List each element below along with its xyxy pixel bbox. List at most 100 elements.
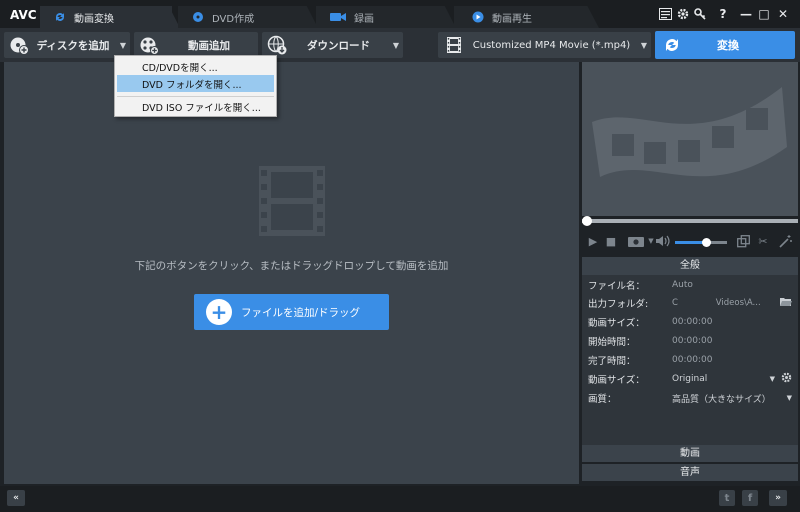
volume-icon[interactable] (656, 234, 670, 248)
tab-label: 動画変換 (74, 13, 114, 25)
expand-button[interactable]: » (769, 490, 787, 506)
setting-value: 00:00:00 (672, 336, 713, 346)
setting-value: 高品質（大きなサイズ） (672, 394, 771, 405)
snapshot-icon[interactable] (626, 234, 646, 248)
film-placeholder-icon (259, 166, 325, 239)
chevron-down-icon[interactable]: ▼ (770, 375, 775, 383)
setting-value: Original (672, 374, 708, 384)
facebook-icon[interactable]: f (742, 490, 758, 506)
copy-icon[interactable] (736, 234, 750, 248)
setting-value: Auto (672, 280, 693, 290)
film-add-icon (138, 34, 160, 56)
setting-controls: ▼ (770, 372, 792, 386)
chevron-down-icon[interactable]: ▼ (116, 41, 130, 50)
convert-label: 変換 (717, 39, 739, 52)
film-reel-decoration-icon (592, 87, 787, 177)
globe-download-icon (266, 34, 288, 56)
add-file-label: ファイルを追加/ドラッグ (240, 306, 361, 319)
general-section-header[interactable]: 全般 (582, 257, 798, 275)
refresh-icon (54, 11, 66, 23)
setting-key: 動画サイズ： (588, 318, 645, 329)
setting-key: ファイル名： (588, 281, 646, 292)
setting-key: 動画サイズ： (588, 375, 645, 386)
bottom-bar: « t f » (0, 486, 800, 512)
setting-row-start-time[interactable]: 開始時間： 00:00:00 (582, 332, 798, 350)
setting-value: 00:00:00 (672, 317, 713, 327)
chevron-down-icon[interactable]: ▼ (787, 394, 792, 402)
setting-key: 開始時間： (588, 337, 636, 348)
refresh-icon (663, 36, 681, 54)
player-controls: ▶ ■ ▼ ✂ (582, 230, 798, 254)
setting-row-end-time[interactable]: 完了時間： 00:00:00 (582, 351, 798, 369)
tab-label: 録画 (354, 13, 374, 25)
add-file-button[interactable]: + ファイルを追加/ドラッグ (194, 294, 389, 330)
disc-add-icon (8, 34, 30, 56)
disc-icon (192, 11, 204, 23)
setting-row-quality[interactable]: 画質： 高品質（大きなサイズ） ▼ (582, 389, 798, 407)
file-list-area[interactable]: 下記のボタンをクリック、またはドラッグドロップして動画を追加 + ファイルを追加… (4, 62, 579, 484)
setting-value-wrap: 高品質（大きなサイズ） ▼ (672, 392, 798, 405)
setting-row-filename[interactable]: ファイル名： Auto (582, 276, 798, 294)
film-strip-icon (442, 34, 466, 56)
stop-icon[interactable]: ■ (604, 234, 618, 248)
settings-panel: 全般 ファイル名： Auto 出力フォルダ: C Videos\A... 動画サ… (582, 257, 798, 445)
add-disc-dropdown-menu: CD/DVDを開く... DVD フォルダを開く... DVD ISO ファイル… (114, 55, 277, 117)
tab-label: 動画再生 (492, 13, 532, 25)
audio-section-header[interactable]: 音声 (582, 464, 798, 481)
tab-video-play[interactable]: 動画再生 (462, 6, 590, 28)
convert-button[interactable]: 変換 (655, 31, 795, 59)
seek-handle[interactable] (582, 216, 592, 226)
setting-value: 00:00:00 (672, 355, 713, 365)
video-section-header[interactable]: 動画 (582, 445, 798, 462)
title-bar: AVC 動画変換 DVD作成 録画 動画再生 ? — □ ✕ (0, 0, 800, 28)
camera-icon (330, 11, 346, 23)
empty-hint-text: 下記のボタンをクリック、またはドラッグドロップして動画を追加 (134, 260, 449, 272)
download-label: ダウンロード (307, 39, 370, 52)
format-label: Customized MP4 Movie (*.mp4) (472, 39, 631, 51)
menu-list-icon[interactable] (657, 6, 673, 22)
setting-value: C Videos\A... (672, 298, 761, 308)
setting-row-output-folder[interactable]: 出力フォルダ: C Videos\A... (582, 294, 798, 312)
setting-row-dimension[interactable]: 動画サイズ： Original ▼ (582, 370, 798, 388)
video-preview (582, 62, 798, 216)
seek-bar[interactable] (582, 219, 798, 223)
key-icon[interactable] (692, 6, 708, 22)
close-button[interactable]: ✕ (775, 6, 791, 22)
menu-item-open-dvd-folder[interactable]: DVD フォルダを開く... (117, 75, 274, 92)
magic-wand-icon[interactable] (778, 234, 792, 248)
tab-label: DVD作成 (212, 13, 255, 25)
menu-item-open-dvd-iso[interactable]: DVD ISO ファイルを開く... (117, 98, 274, 115)
twitter-icon[interactable]: t (719, 490, 735, 506)
add-disc-button[interactable]: ディスクを追加 ▼ (4, 32, 130, 58)
menu-separator (117, 96, 274, 97)
maximize-button[interactable]: □ (756, 6, 772, 22)
tab-dvd-create[interactable]: DVD作成 (182, 6, 310, 28)
folder-open-icon[interactable] (780, 297, 792, 310)
plus-icon: + (206, 299, 232, 325)
setting-key: 完了時間： (588, 356, 636, 367)
add-disc-label: ディスクを追加 (36, 39, 110, 52)
play-icon (472, 11, 484, 23)
minimize-button[interactable]: — (738, 6, 754, 22)
download-button[interactable]: ダウンロード ▼ (262, 32, 403, 58)
setting-value-wrap: Original ▼ (672, 372, 798, 386)
chevron-down-icon[interactable]: ▼ (637, 41, 651, 50)
chevron-down-icon[interactable]: ▼ (389, 41, 403, 50)
setting-key: 出力フォルダ: (588, 299, 649, 310)
format-select[interactable]: Customized MP4 Movie (*.mp4) ▼ (438, 32, 651, 58)
tab-video-convert[interactable]: 動画変換 (44, 6, 172, 28)
scissors-icon[interactable]: ✂ (756, 234, 770, 248)
gear-icon[interactable] (781, 372, 792, 386)
setting-value-wrap: C Videos\A... (672, 297, 798, 310)
collapse-button[interactable]: « (7, 490, 25, 506)
volume-handle[interactable] (701, 238, 711, 247)
menu-item-open-cd-dvd[interactable]: CD/DVDを開く... (117, 58, 274, 75)
tab-record[interactable]: 録画 (320, 6, 448, 28)
app-logo: AVC (10, 8, 37, 22)
play-icon[interactable]: ▶ (586, 234, 600, 248)
help-button[interactable]: ? (715, 6, 731, 22)
setting-key: 画質： (588, 394, 617, 405)
gear-icon[interactable] (675, 6, 691, 22)
setting-row-video-size[interactable]: 動画サイズ： 00:00:00 (582, 313, 798, 331)
add-video-label: 動画追加 (188, 39, 230, 52)
